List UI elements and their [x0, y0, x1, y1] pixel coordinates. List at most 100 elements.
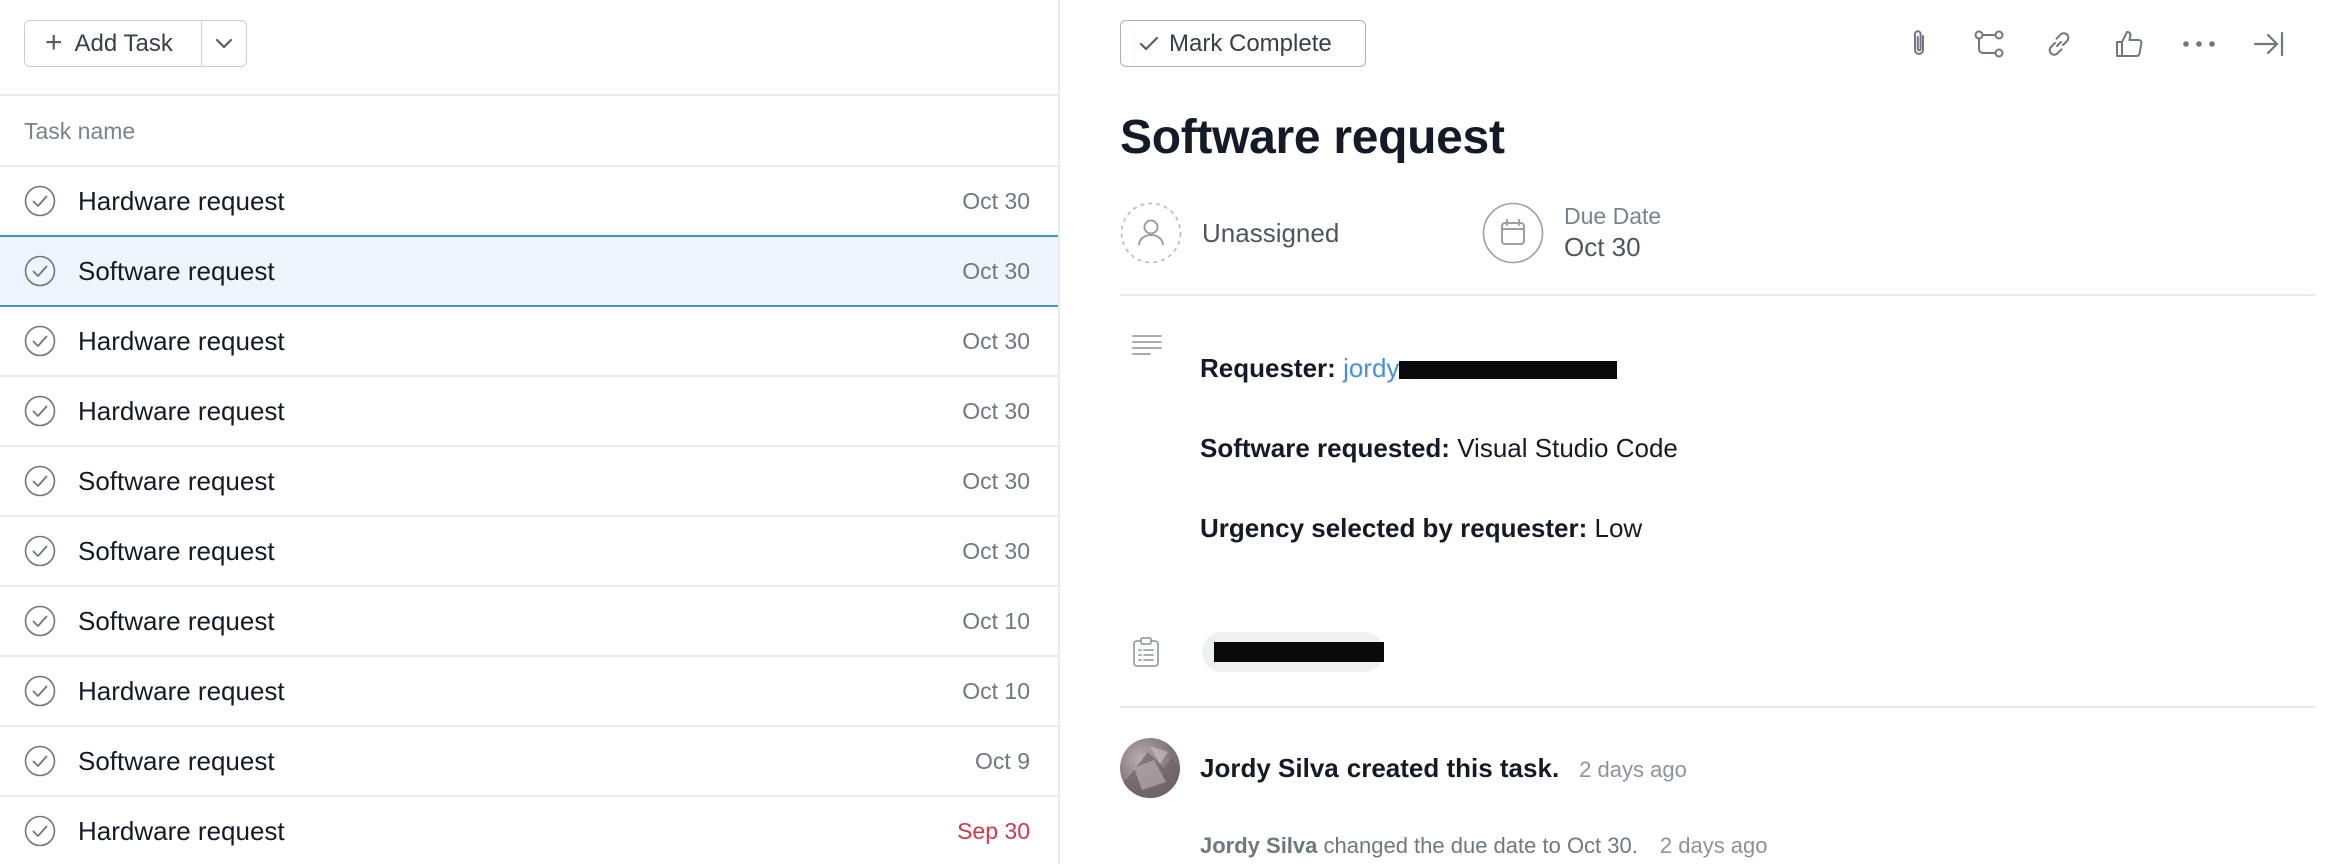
task-row[interactable]: Software request Oct 30 [0, 235, 1058, 307]
task-description[interactable]: Requester: jordy Software requested: Vis… [1200, 328, 1678, 568]
divider [1120, 294, 2316, 296]
complete-checkmark-icon[interactable] [24, 255, 56, 287]
activity-text: changed the due date to Oct 30. [1323, 833, 1638, 858]
task-due-date[interactable]: Oct 9 [975, 748, 1030, 775]
projects-clipboard-icon [1133, 637, 1159, 667]
complete-checkmark-icon[interactable] [24, 185, 56, 217]
task-row[interactable]: Hardware request Sep 30 [0, 797, 1058, 864]
task-row[interactable]: Hardware request Oct 30 [0, 377, 1058, 447]
activity-item: Jordy Silva created this task. 2 days ag… [1200, 753, 1687, 784]
urgency-label: Urgency selected by requester: [1200, 513, 1588, 543]
task-due-date[interactable]: Oct 10 [962, 678, 1030, 705]
task-name[interactable]: Software request [78, 746, 275, 777]
user-placeholder-icon [1120, 202, 1182, 264]
close-details-button[interactable] [2234, 22, 2304, 66]
complete-checkmark-icon[interactable] [24, 535, 56, 567]
task-name[interactable]: Hardware request [78, 396, 285, 427]
description-icon [1132, 335, 1162, 355]
task-due-date[interactable]: Oct 30 [962, 258, 1030, 285]
chevron-down-icon [215, 38, 233, 48]
assignee-field[interactable]: Unassigned [1120, 202, 1339, 264]
due-date-field[interactable]: Due Date Oct 30 [1482, 202, 1661, 264]
activity-timestamp[interactable]: 2 days ago [1579, 757, 1687, 783]
divider [0, 94, 1058, 96]
redaction-bar [1214, 642, 1384, 662]
complete-checkmark-icon[interactable] [24, 465, 56, 497]
complete-checkmark-icon[interactable] [24, 815, 56, 847]
activity-timestamp[interactable]: 2 days ago [1660, 833, 1768, 859]
attach-button[interactable] [1884, 22, 1954, 66]
complete-checkmark-icon[interactable] [24, 745, 56, 777]
task-row[interactable]: Software request Oct 30 [0, 447, 1058, 517]
more-icon [2183, 41, 2215, 47]
requester-email-link[interactable]: jordy [1343, 353, 1618, 383]
project-chip[interactable] [1202, 632, 1384, 672]
complete-checkmark-icon[interactable] [24, 325, 56, 357]
task-name[interactable]: Hardware request [78, 326, 285, 357]
task-list-pane: + Add Task Task name Hardware request Oct… [0, 0, 1058, 864]
mark-complete-button[interactable]: Mark Complete [1120, 20, 1366, 67]
subtask-icon [1974, 30, 2004, 58]
link-icon [2048, 32, 2070, 56]
requester-label: Requester: [1200, 353, 1336, 383]
avatar[interactable] [1120, 738, 1180, 798]
task-row[interactable]: Software request Oct 10 [0, 587, 1058, 657]
checkmark-icon [1139, 36, 1159, 50]
activity-item: Jordy Silva changed the due date to Oct … [1200, 833, 1768, 859]
complete-checkmark-icon[interactable] [24, 395, 56, 427]
add-subtask-button[interactable] [1954, 22, 2024, 66]
task-due-date[interactable]: Oct 10 [962, 608, 1030, 635]
column-header-task-name[interactable]: Task name [24, 118, 135, 145]
task-due-date[interactable]: Sep 30 [957, 818, 1030, 845]
plus-icon: + [45, 25, 63, 59]
divider [1120, 706, 2316, 708]
task-name[interactable]: Hardware request [78, 186, 285, 217]
due-date-value: Oct 30 [1564, 232, 1641, 262]
task-row[interactable]: Hardware request Oct 30 [0, 167, 1058, 237]
add-task-dropdown-button[interactable] [202, 21, 246, 66]
add-task-button-group: + Add Task [24, 20, 247, 67]
task-row[interactable]: Software request Oct 9 [0, 727, 1058, 797]
task-row[interactable]: Software request Oct 30 [0, 517, 1058, 587]
task-row[interactable]: Hardware request Oct 30 [0, 307, 1058, 377]
software-value: Visual Studio Code [1457, 433, 1678, 463]
activity-author[interactable]: Jordy Silva [1200, 833, 1317, 859]
task-name[interactable]: Software request [78, 536, 275, 567]
due-date-label: Due Date [1564, 203, 1662, 229]
copy-link-button[interactable] [2024, 22, 2094, 66]
assignee-label: Unassigned [1202, 217, 1340, 248]
thumbs-up-icon [2116, 31, 2143, 57]
activity-author[interactable]: Jordy Silva [1200, 753, 1339, 784]
task-due-date[interactable]: Oct 30 [962, 398, 1030, 425]
more-actions-button[interactable] [2164, 22, 2234, 66]
task-name[interactable]: Software request [78, 466, 275, 497]
task-name[interactable]: Hardware request [78, 676, 285, 707]
paperclip-icon [1914, 30, 1924, 55]
redaction-bar [1399, 361, 1618, 380]
task-due-date[interactable]: Oct 30 [962, 538, 1030, 565]
complete-checkmark-icon[interactable] [24, 675, 56, 707]
due-date-texts: Due Date Oct 30 [1564, 203, 1661, 263]
add-task-button[interactable]: + Add Task [25, 21, 202, 66]
description-requester-line: Requester: jordy [1200, 328, 1678, 408]
task-name[interactable]: Software request [78, 256, 275, 287]
requester-email-text: jordy [1343, 353, 1400, 383]
task-due-date[interactable]: Oct 30 [962, 328, 1030, 355]
mark-complete-label: Mark Complete [1169, 29, 1332, 57]
complete-checkmark-icon[interactable] [24, 605, 56, 637]
activity-text: created this task. [1346, 753, 1560, 783]
task-due-date[interactable]: Oct 30 [962, 468, 1030, 495]
task-name[interactable]: Software request [78, 606, 275, 637]
add-task-label: Add Task [74, 29, 173, 57]
task-title[interactable]: Software request [1120, 110, 1505, 165]
task-row[interactable]: Hardware request Oct 10 [0, 657, 1058, 727]
detail-toolbar [1884, 22, 2304, 66]
task-due-date[interactable]: Oct 30 [962, 188, 1030, 215]
description-urgency-line: Urgency selected by requester: Low [1200, 488, 1678, 568]
task-list: Hardware request Oct 30 Software request Oc… [0, 167, 1058, 864]
task-detail-pane: Mark Complete Software request Unassigne… [1060, 0, 2332, 864]
like-button[interactable] [2094, 22, 2164, 66]
task-name[interactable]: Hardware request [78, 816, 285, 847]
urgency-value: Low [1594, 513, 1643, 543]
calendar-icon [1482, 202, 1544, 264]
